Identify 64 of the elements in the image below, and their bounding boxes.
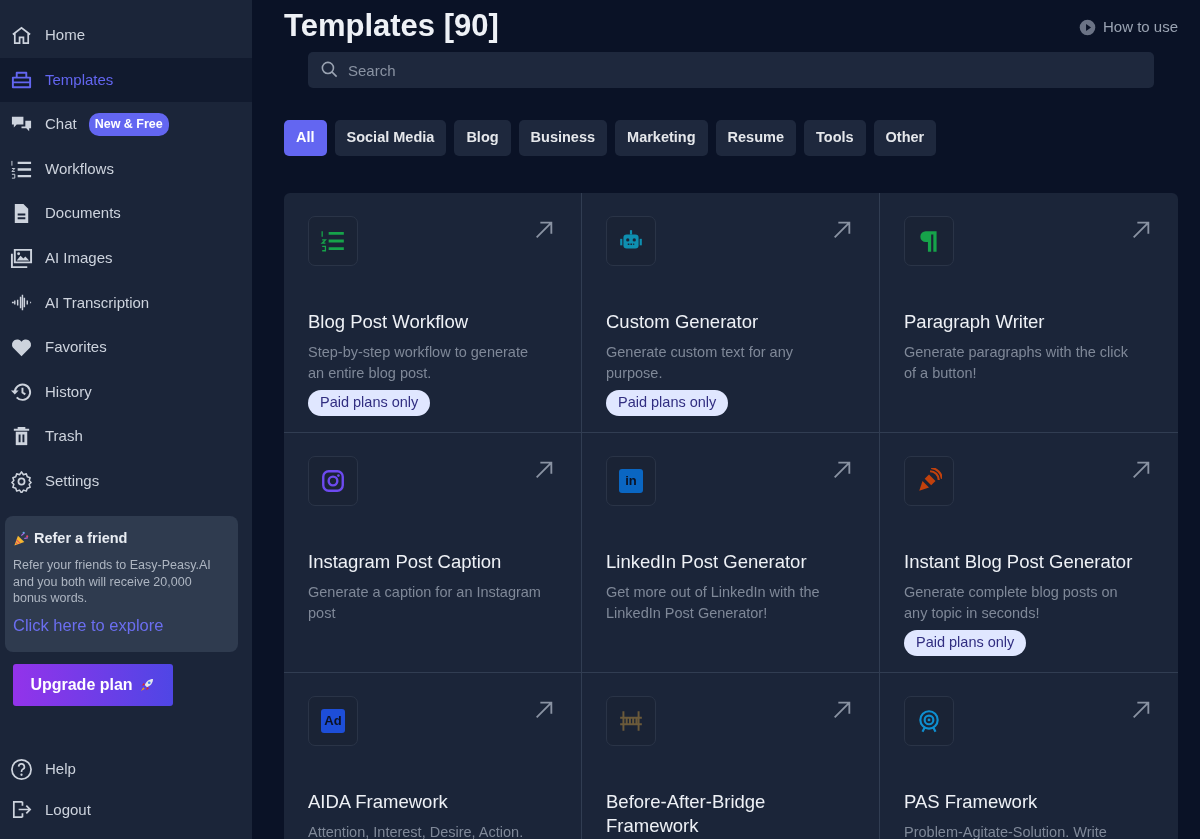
linkedin-logo: in: [619, 469, 643, 494]
template-card[interactable]: Instagram Post Caption Generate a caption for an Instagram post: [284, 433, 582, 674]
template-title: LinkedIn Post Generator: [606, 550, 808, 575]
filter-tab[interactable]: Other: [873, 120, 937, 157]
template-card[interactable]: Ad AIDA Framework Attention, Interest, Desire, Action.: [284, 673, 582, 839]
filter-tab[interactable]: Blog: [454, 120, 511, 157]
template-description: Step-by-step workflow to generate an entire blog post.: [308, 343, 530, 383]
images-icon: [10, 246, 33, 270]
template-description: Generate paragraphs with the click of a button!: [904, 343, 1130, 383]
sidebar-item[interactable]: Favorites: [0, 325, 252, 370]
search-field[interactable]: Search: [308, 52, 1154, 89]
template-card[interactable]: Instant Blog Post Generator Generate complete blog posts on any topic in seconds! Paid plans only: [880, 433, 1178, 674]
filter-tab[interactable]: Social Media: [334, 120, 447, 157]
template-title: Before-After-Bridge Framework: [606, 790, 767, 839]
party-popper-icon: [13, 529, 30, 547]
help-icon: [10, 757, 33, 781]
sidebar-item[interactable]: Trash: [0, 414, 252, 459]
paid-badge: Paid plans only: [308, 390, 431, 416]
new-badge: New & Free: [88, 113, 169, 136]
template-title: AIDA Framework: [308, 790, 449, 815]
template-description: Attention, Interest, Desire, Action.: [308, 823, 525, 839]
template-title: Paragraph Writer: [904, 310, 1046, 335]
filter-tab[interactable]: All: [284, 120, 327, 157]
sidebar-item[interactable]: Documents: [0, 191, 252, 236]
refer-text: Refer your friends to Easy-Peasy.AI and you both will receive 20,000 bonus words.: [13, 557, 212, 607]
sidebar-item[interactable]: Chat New & Free: [0, 102, 252, 147]
filter-tab[interactable]: Business: [518, 120, 608, 157]
filter-tab[interactable]: Tools: [804, 120, 866, 157]
template-card[interactable]: Custom Generator Generate custom text for any purpose. Paid plans only: [582, 193, 880, 434]
sidebar-item[interactable]: Settings: [0, 458, 252, 504]
paid-badge: Paid plans only: [904, 630, 1027, 656]
ad-icon: Ad: [321, 709, 345, 734]
template-title: PAS Framework: [904, 790, 1039, 815]
template-title: Custom Generator: [606, 310, 760, 335]
sidebar-item[interactable]: Home: [0, 13, 252, 58]
sidebar-item[interactable]: AI Transcription: [0, 280, 252, 326]
sidebar-item[interactable]: AI Images: [0, 235, 252, 281]
template-description: Generate custom text for any purpose.: [606, 343, 794, 383]
filter-tab[interactable]: Marketing: [615, 120, 708, 157]
template-description: Get more out of LinkedIn with the LinkedIn Post Generator!: [606, 583, 821, 623]
sidebar-item[interactable]: Logout: [0, 789, 252, 830]
template-description: Generate a caption for an Instagram post: [308, 583, 542, 623]
sidebar-item[interactable]: Templates: [0, 57, 252, 103]
target-icon: [916, 708, 942, 735]
camera-icon: [320, 468, 346, 495]
template-title: Blog Post Workflow: [308, 310, 470, 335]
how-to-use-link[interactable]: How to use: [1078, 16, 1178, 39]
paid-badge: Paid plans only: [606, 390, 729, 416]
filter-tab[interactable]: Resume: [715, 120, 796, 157]
template-description: Generate complete blog posts on any topic in seconds!: [904, 583, 1119, 623]
play-icon: [1078, 18, 1096, 36]
template-card[interactable]: Before-After-Bridge Framework: [582, 673, 880, 839]
upgrade-button[interactable]: Upgrade plan: [13, 663, 173, 706]
template-card[interactable]: Paragraph Writer Generate paragraphs with the click of a button!: [880, 193, 1178, 434]
page-title: Templates [90]: [284, 7, 499, 45]
template-title: Instant Blog Post Generator: [904, 550, 1134, 575]
settings-icon: [10, 469, 33, 493]
template-card[interactable]: Blog Post Workflow Step-by-step workflow to generate an entire blog post. Paid plans only: [284, 193, 582, 434]
refer-title: Refer a friend: [34, 528, 128, 548]
template-title: Instagram Post Caption: [308, 550, 503, 575]
sidebar-item[interactable]: Workflows: [0, 146, 252, 192]
sidebar-item[interactable]: Help: [0, 749, 252, 790]
sidebar-item[interactable]: History: [0, 369, 252, 415]
template-card[interactable]: in LinkedIn Post Generator Get more out of LinkedIn with the LinkedIn Post Generator!: [582, 433, 880, 674]
